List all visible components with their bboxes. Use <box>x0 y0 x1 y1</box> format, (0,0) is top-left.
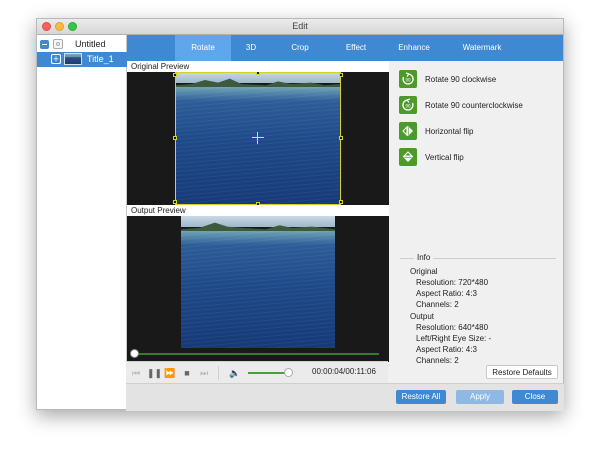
rotate-clockwise-icon: 90 <box>402 72 414 85</box>
progress-track[interactable] <box>134 353 379 355</box>
sidebar: Untitled + Title_1 <box>37 35 127 409</box>
output-preview-label: Output Preview <box>127 205 389 216</box>
title-bar: Edit <box>37 19 563 35</box>
progress-knob[interactable] <box>130 349 139 358</box>
vertical-flip-label: Vertical flip <box>425 153 464 162</box>
playback-controls: ⏮ ❚❚ ⏩ ■ ⏭ 🔈 00:00:04/00:11:06 <box>126 361 388 384</box>
info-output-heading: Output <box>410 312 435 321</box>
sidebar-item-title-1[interactable]: + Title_1 <box>37 52 127 67</box>
horizontal-flip-label: Horizontal flip <box>425 127 474 136</box>
sidebar-item-label: Title_1 <box>87 54 114 64</box>
expand-icon[interactable]: + <box>51 54 61 64</box>
bottom-bar: Restore All Apply Close <box>126 383 564 411</box>
info-output-resolution: Resolution: 640*480 <box>416 323 489 332</box>
close-button[interactable]: Close <box>512 390 558 404</box>
collapse-icon[interactable] <box>40 40 49 49</box>
video-thumbnail <box>64 53 82 65</box>
original-preview-label: Original Preview <box>127 61 389 72</box>
sidebar-item-label: Untitled <box>75 39 106 49</box>
stop-icon[interactable]: ■ <box>181 367 193 379</box>
tab-crop[interactable]: Crop <box>277 35 323 61</box>
skip-forward-icon[interactable]: ⏭ <box>198 367 210 379</box>
tab-watermark[interactable]: Watermark <box>447 35 517 61</box>
vertical-flip-icon <box>402 151 414 162</box>
info-output-eye-size: Left/Right Eye Size: - <box>416 334 492 343</box>
output-video-frame <box>181 216 335 348</box>
speaker-icon[interactable]: 🔈 <box>229 367 241 379</box>
tab-enhance[interactable]: Enhance <box>385 35 443 61</box>
output-preview <box>127 216 389 348</box>
info-panel: Info Original Resolution: 720*480 Aspect… <box>400 253 556 369</box>
restore-defaults-button[interactable]: Restore Defaults <box>486 365 558 379</box>
tab-bar: Rotate 3D Crop Effect Enhance Watermark <box>127 35 563 61</box>
restore-all-button[interactable]: Restore All <box>396 390 446 404</box>
rotate-counterclockwise-button[interactable]: 90 <box>399 96 417 114</box>
tab-effect[interactable]: Effect <box>331 35 381 61</box>
divider <box>218 366 219 380</box>
rotate-counterclockwise-icon: 90 <box>402 98 414 111</box>
info-output-aspect: Aspect Ratio: 4:3 <box>416 345 477 354</box>
crop-handle-right[interactable] <box>339 136 343 140</box>
crop-handle-bottom-left[interactable] <box>173 200 177 204</box>
rotate-clockwise-button[interactable]: 90 <box>399 70 417 88</box>
info-output-channels: Channels: 2 <box>416 356 459 365</box>
pause-icon[interactable]: ❚❚ <box>147 367 162 379</box>
original-preview <box>127 72 389 205</box>
svg-text:90: 90 <box>405 77 411 82</box>
vertical-flip-button[interactable] <box>399 148 417 166</box>
horizontal-flip-button[interactable] <box>399 122 417 140</box>
apply-button[interactable]: Apply <box>456 390 504 404</box>
tab-3d[interactable]: 3D <box>231 35 271 61</box>
skip-back-icon[interactable]: ⏮ <box>130 367 142 379</box>
timecode: 00:00:04/00:11:06 <box>312 367 376 376</box>
progress-area <box>127 348 389 362</box>
crosshair-icon <box>252 132 264 144</box>
crop-handle-top-right[interactable] <box>339 73 343 77</box>
crop-handle-bottom-right[interactable] <box>339 200 343 204</box>
info-title: Info <box>414 253 434 262</box>
tab-rotate[interactable]: Rotate <box>175 35 231 61</box>
info-original-channels: Channels: 2 <box>416 300 459 309</box>
svg-text:90: 90 <box>405 103 411 108</box>
crop-handle-left[interactable] <box>173 136 177 140</box>
volume-knob[interactable] <box>284 368 293 377</box>
sidebar-item-untitled[interactable]: Untitled <box>37 37 127 52</box>
info-original-heading: Original <box>410 267 438 276</box>
settings-icon[interactable] <box>53 39 63 49</box>
crop-handle-top-left[interactable] <box>173 73 177 77</box>
horizontal-flip-icon <box>402 125 413 137</box>
info-original-aspect: Aspect Ratio: 4:3 <box>416 289 477 298</box>
info-original-resolution: Resolution: 720*480 <box>416 278 489 287</box>
rotate-clockwise-label: Rotate 90 clockwise <box>425 75 497 84</box>
crop-handle-top[interactable] <box>256 72 260 75</box>
window-title: Edit <box>292 21 308 31</box>
fast-forward-icon[interactable]: ⏩ <box>164 367 176 379</box>
rotate-counterclockwise-label: Rotate 90 counterclockwise <box>425 101 523 110</box>
